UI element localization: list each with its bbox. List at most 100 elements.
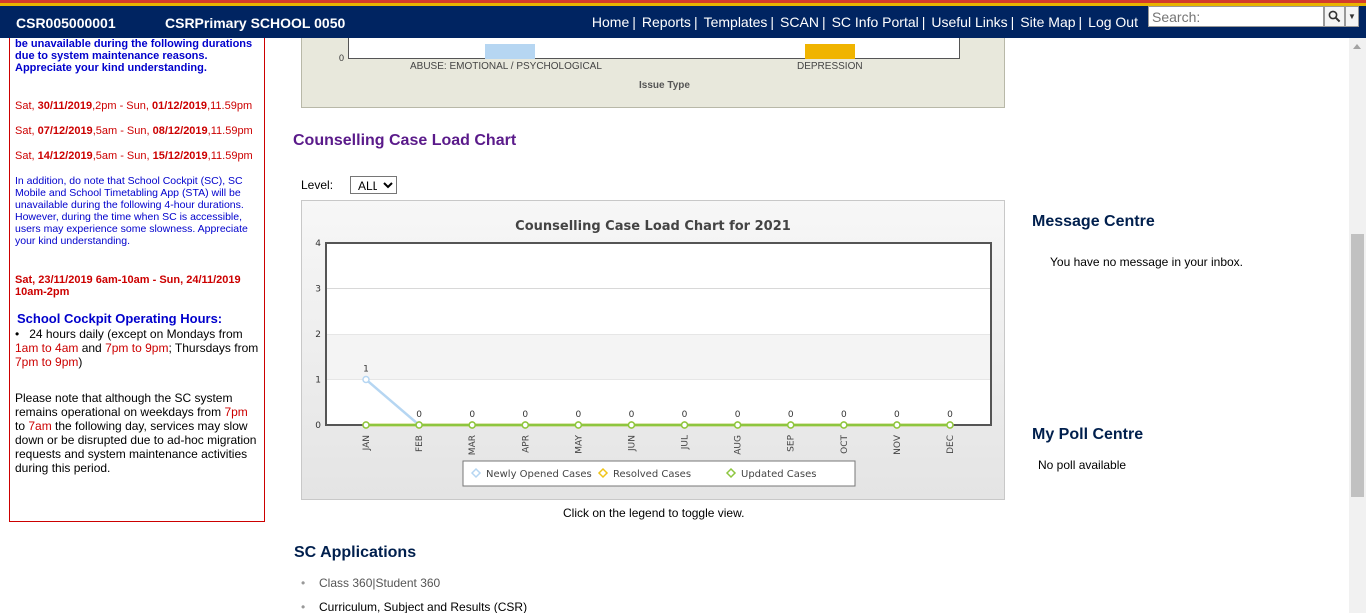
notice-addition: In addition, do note that School Cockpit… bbox=[15, 175, 248, 247]
nav-log-out[interactable]: Log Out bbox=[1088, 14, 1138, 30]
bar-abuse bbox=[485, 44, 535, 59]
nav-sc-info-portal[interactable]: SC Info Portal bbox=[832, 14, 919, 30]
data-label: 0 bbox=[841, 410, 847, 420]
x-tick-label: OCT bbox=[840, 435, 850, 454]
data-point bbox=[574, 421, 583, 429]
data-point bbox=[946, 421, 954, 429]
x-tick-label: AUG bbox=[734, 435, 744, 455]
operating-hours: • 24 hours daily (except on Mondays from… bbox=[15, 327, 259, 369]
apps-title: SC Applications bbox=[294, 544, 417, 561]
search-dropdown[interactable]: ▼ bbox=[1345, 6, 1359, 27]
poll-centre-title: My Poll Centre bbox=[1032, 426, 1144, 443]
app-student-360[interactable]: Student 360 bbox=[376, 576, 441, 600]
data-point bbox=[415, 421, 423, 429]
school-name: CSRPrimary SCHOOL 0050 bbox=[165, 15, 346, 31]
data-point bbox=[468, 421, 476, 429]
maintenance-date-1: Sat, 30/11/2019,2pm - Sun, 01/12/2019,11… bbox=[15, 100, 253, 112]
legend-item[interactable]: Resolved Cases bbox=[613, 469, 691, 480]
page-title: Counselling Case Load Chart bbox=[293, 132, 517, 149]
x-tick-label: MAY bbox=[574, 435, 584, 454]
issue-type-chart: 0 ABUSE: EMOTIONAL / PSYCHOLOGICAL DEPRE… bbox=[301, 38, 1005, 108]
data-label: 0 bbox=[629, 410, 635, 420]
level-label: Level: bbox=[301, 178, 334, 192]
main-nav: Home | Reports | Templates | SCAN | SC Info … bbox=[591, 14, 1138, 30]
y-tick-label: 0 bbox=[315, 421, 321, 431]
list-item: • Curriculum, Subject and Results (CSR) bbox=[301, 600, 527, 613]
chart-title: Counselling Case Load Chart for 2021 bbox=[515, 219, 791, 234]
x-tick-label: SEP bbox=[787, 434, 797, 451]
level-select[interactable]: ALL bbox=[350, 176, 397, 194]
data-label: 0 bbox=[735, 410, 741, 420]
data-point bbox=[840, 421, 848, 429]
data-point bbox=[786, 421, 795, 429]
outage-window: Sat, 23/11/2019 6am-10am - Sun, 24/11/20… bbox=[15, 274, 241, 298]
page-scrollbar[interactable] bbox=[1349, 38, 1366, 613]
data-point bbox=[627, 421, 636, 429]
data-point bbox=[733, 421, 742, 429]
x-tick-label: DEC bbox=[946, 435, 956, 454]
grid-band bbox=[326, 379, 991, 425]
data-label: 0 bbox=[575, 410, 581, 420]
nav-site-map[interactable]: Site Map bbox=[1020, 14, 1075, 30]
search-button[interactable] bbox=[1324, 6, 1345, 27]
data-label: 0 bbox=[682, 410, 688, 420]
scrollbar-thumb[interactable] bbox=[1351, 234, 1364, 497]
x-tick-label: JUL bbox=[681, 435, 691, 450]
operating-hours-title: School Cockpit Operating Hours: bbox=[17, 311, 223, 326]
bar-depression bbox=[805, 44, 855, 59]
data-label: 0 bbox=[416, 410, 422, 420]
issue-xlabel: Issue Type bbox=[639, 80, 690, 91]
maintenance-date-2: Sat, 07/12/2019,5am - Sun, 08/12/2019,11… bbox=[15, 125, 253, 137]
search-icon bbox=[1328, 10, 1341, 23]
y-tick-label: 2 bbox=[315, 330, 321, 340]
x-tick-label: FEB bbox=[415, 435, 425, 452]
x-tick-label: NOV bbox=[893, 434, 903, 455]
search-input[interactable] bbox=[1148, 6, 1324, 27]
app-class-360[interactable]: Class 360 bbox=[319, 576, 372, 600]
case-load-chart-svg: Counselling Case Load Chart for 2021 0 1 2 3… bbox=[315, 219, 992, 487]
nav-scan[interactable]: SCAN bbox=[780, 14, 819, 30]
data-point bbox=[680, 421, 689, 429]
data-point bbox=[893, 421, 901, 429]
issue-category-1: ABUSE: EMOTIONAL / PSYCHOLOGICAL bbox=[410, 61, 602, 72]
legend-item[interactable]: Newly Opened Cases bbox=[486, 469, 592, 480]
nav-reports[interactable]: Reports bbox=[642, 14, 691, 30]
message-text: You have no message in your inbox. bbox=[1050, 255, 1244, 269]
x-tick-label: APR bbox=[521, 435, 531, 453]
nav-templates[interactable]: Templates bbox=[704, 14, 768, 30]
app-list: • Class 360 | Student 360 • Curriculum, Su… bbox=[301, 576, 527, 613]
app-csr[interactable]: Curriculum, Subject and Results (CSR) bbox=[319, 600, 527, 613]
data-label: 0 bbox=[522, 410, 528, 420]
x-tick-label: JAN bbox=[362, 435, 372, 451]
account-code: CSR005000001 bbox=[16, 15, 116, 31]
y-tick-label: 3 bbox=[315, 285, 321, 295]
legend-hint: Click on the legend to toggle view. bbox=[563, 506, 745, 520]
case-load-chart: Counselling Case Load Chart for 2021 0 1 2 3… bbox=[301, 200, 1005, 500]
issue-plot-area bbox=[348, 38, 960, 59]
nav-home[interactable]: Home bbox=[592, 14, 629, 30]
issue-category-2: DEPRESSION bbox=[797, 61, 863, 72]
y-tick-label: 1 bbox=[315, 376, 321, 386]
data-label: 0 bbox=[788, 410, 794, 420]
y-tick-label: 4 bbox=[315, 239, 321, 249]
data-label: 0 bbox=[469, 410, 475, 420]
data-point bbox=[362, 421, 370, 429]
list-item: • Class 360 | Student 360 bbox=[301, 576, 527, 600]
nav-useful-links[interactable]: Useful Links bbox=[931, 14, 1007, 30]
data-label: 0 bbox=[894, 410, 900, 420]
message-centre-title: Message Centre bbox=[1032, 213, 1155, 230]
grid-band bbox=[326, 334, 991, 380]
chevron-down-icon: ▼ bbox=[1348, 12, 1356, 21]
notice-intro: be unavailable during the following dura… bbox=[15, 38, 253, 74]
maintenance-date-3: Sat, 14/12/2019,5am - Sun, 15/12/2019,11… bbox=[15, 150, 253, 162]
data-label: 1 bbox=[363, 365, 369, 375]
issue-zero-tick: 0 bbox=[339, 53, 345, 63]
operations-note: Please note that although the SC system … bbox=[15, 391, 257, 475]
data-point bbox=[362, 375, 370, 384]
x-tick-label: JUN bbox=[627, 435, 637, 452]
grid-band bbox=[326, 288, 991, 334]
scroll-up-icon[interactable] bbox=[1353, 44, 1361, 49]
legend-item[interactable]: Updated Cases bbox=[741, 469, 816, 480]
maintenance-notice: be unavailable during the following dura… bbox=[9, 38, 265, 522]
data-point bbox=[521, 421, 530, 429]
